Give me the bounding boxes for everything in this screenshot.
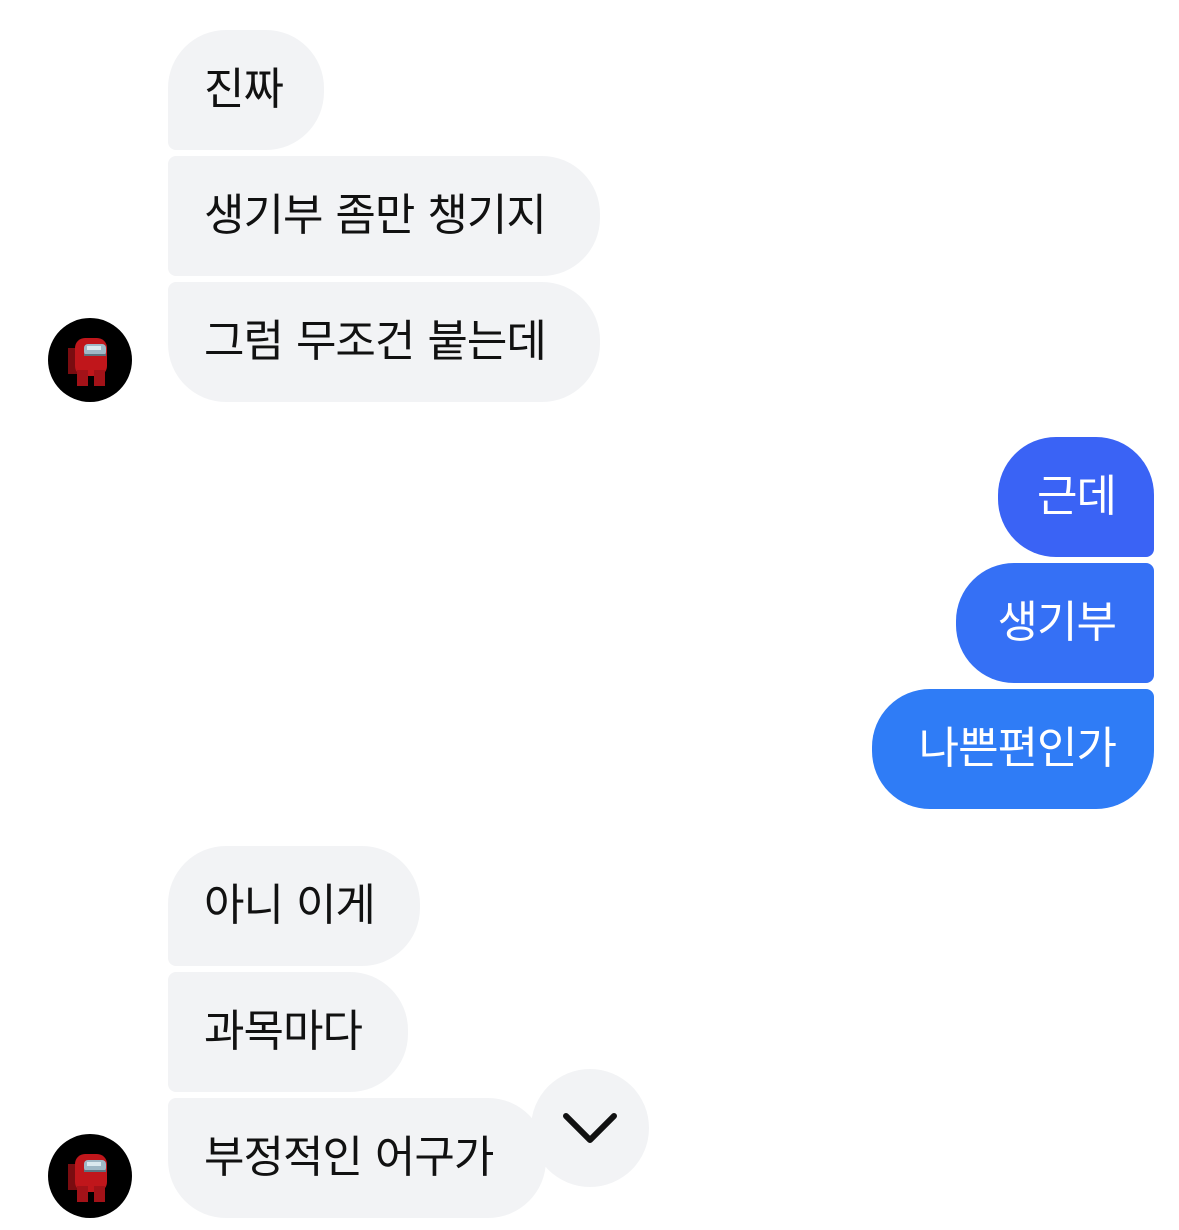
message-bubble-incoming[interactable]: 생기부 좀만 챙기지 xyxy=(168,156,600,276)
avatar[interactable] xyxy=(48,318,132,402)
chevron-down-icon xyxy=(563,1113,617,1143)
message-bubble-outgoing[interactable]: 생기부 xyxy=(956,563,1154,683)
scroll-to-bottom-button[interactable] xyxy=(531,1069,649,1187)
among-us-red-crewmate-icon xyxy=(68,1154,107,1202)
message-bubble-incoming[interactable]: 아니 이게 xyxy=(168,846,420,966)
message-text: 나쁜편인가 xyxy=(918,723,1117,774)
among-us-red-crewmate-icon xyxy=(68,338,107,386)
message-text: 근데 xyxy=(1037,471,1117,522)
message-bubble-incoming[interactable]: 과목마다 xyxy=(168,972,408,1092)
message-bubble-incoming[interactable]: 부정적인 어구가 xyxy=(168,1098,546,1218)
message-text: 생기부 좀만 챙기지 xyxy=(204,190,547,241)
message-text: 그럼 무조건 붙는데 xyxy=(204,316,547,367)
message-bubble-incoming[interactable]: 그럼 무조건 붙는데 xyxy=(168,282,600,402)
avatar[interactable] xyxy=(48,1134,132,1218)
message-text: 생기부 xyxy=(997,597,1117,648)
message-text: 부정적인 어구가 xyxy=(204,1132,494,1183)
message-bubble-outgoing[interactable]: 나쁜편인가 xyxy=(872,689,1154,809)
message-bubble-incoming[interactable]: 진짜 xyxy=(168,30,324,150)
message-text: 진짜 xyxy=(204,64,284,115)
message-bubble-outgoing[interactable]: 근데 xyxy=(998,437,1154,557)
message-text: 아니 이게 xyxy=(204,880,376,931)
message-text: 과목마다 xyxy=(204,1006,363,1057)
